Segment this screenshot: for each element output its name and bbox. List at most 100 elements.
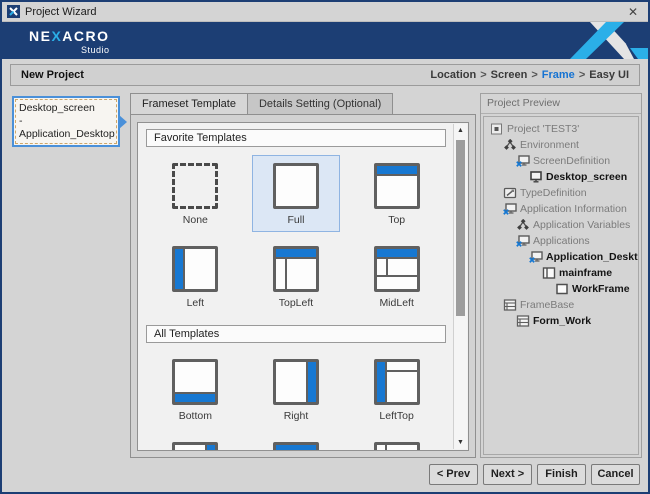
template-group-header: All Templates: [146, 325, 446, 343]
project-preview-panel: Project Preview Project 'TEST3' Environme…: [480, 93, 642, 458]
nodes-icon: [516, 219, 530, 231]
frameset-panel: Frameset Template Details Setting (Optio…: [130, 93, 476, 458]
template-label: Top: [354, 214, 440, 226]
template-thumbnail-leftcol-bottom-icon: [374, 442, 420, 450]
wizard-step-bar: New Project Location>Screen>Frame>Easy U…: [10, 64, 640, 86]
finish-button[interactable]: Finish: [537, 464, 586, 485]
template-item-midleft[interactable]: MidLeft: [353, 238, 441, 315]
template-item-top[interactable]: Top: [353, 155, 441, 232]
template-thumbnail-rightcol-topstrip-icon: [172, 442, 218, 450]
logo-subtitle: Studio: [29, 45, 110, 55]
template-item-left[interactable]: Left: [151, 238, 239, 315]
nexacro-logo: NEXACRO Studio: [29, 28, 110, 55]
template-label: TopLeft: [253, 297, 339, 309]
content-area: Desktop_screen - Application_Desktop Fra…: [12, 93, 638, 458]
breadcrumb: Location>Screen>Frame>Easy UI: [430, 69, 629, 81]
tree-node-label: mainframe: [559, 267, 612, 279]
template-thumbnail-top-icon: [374, 163, 420, 209]
tree-node-label: TypeDefinition: [520, 187, 587, 199]
template-item-full[interactable]: Full: [252, 155, 340, 232]
frameset-panel-body: Favorite TemplatesNoneFullTopLeftTopLeft…: [130, 114, 476, 458]
breadcrumb-item-location[interactable]: Location: [430, 69, 476, 81]
tree-node-applications[interactable]: Applications: [484, 233, 638, 249]
tree-node-screendefinition[interactable]: ScreenDefinition: [484, 153, 638, 169]
tree-node-application-desktop[interactable]: Application_Desktop: [484, 249, 638, 265]
template-scrollbar[interactable]: ▲ ▼: [453, 124, 467, 449]
frame-empty-icon: [555, 283, 569, 295]
monitor-x-icon: [503, 203, 517, 215]
scroll-up-icon[interactable]: ▲: [454, 124, 467, 137]
grid-icon: [503, 299, 517, 311]
tree-node-label: Applications: [533, 235, 590, 247]
template-thumbnail-left-icon: [172, 246, 218, 292]
close-icon[interactable]: ✕: [622, 5, 644, 19]
collapse-box-icon: [490, 123, 504, 135]
template-label: Left: [152, 297, 238, 309]
tree-node-application-variables[interactable]: Application Variables: [484, 217, 638, 233]
tree-node-framebase[interactable]: FrameBase: [484, 297, 638, 313]
tree-node-project-test3-[interactable]: Project 'TEST3': [484, 121, 638, 137]
template-item-bottom[interactable]: Bottom: [151, 351, 239, 428]
tree-node-label: Application Information: [520, 203, 627, 215]
tree-node-label: Application_Desktop: [546, 251, 639, 263]
template-item-lefttop[interactable]: LeftTop: [353, 351, 441, 428]
tree-node-desktop-screen[interactable]: Desktop_screen: [484, 169, 638, 185]
screen-list-panel: Desktop_screen - Application_Desktop: [12, 93, 128, 458]
template-label: None: [152, 214, 238, 226]
template-item-topleft[interactable]: TopLeft: [252, 238, 340, 315]
template-label: MidLeft: [354, 297, 440, 309]
selected-item-arrow-icon: [119, 115, 127, 129]
monitor-icon: [529, 171, 543, 183]
breadcrumb-separator: >: [579, 69, 585, 81]
breadcrumb-item-easy-ui[interactable]: Easy UI: [589, 69, 629, 81]
template-thumbnail-lefttop-icon: [374, 359, 420, 405]
project-preview-tree: Project 'TEST3' Environment ScreenDefiniti…: [483, 116, 639, 455]
template-item-leftcol-bottom[interactable]: [353, 434, 441, 450]
template-item-rightcol-topstrip[interactable]: [151, 434, 239, 450]
template-label: Right: [253, 410, 339, 422]
scroll-down-icon[interactable]: ▼: [454, 436, 467, 449]
screen-name: Desktop_screen: [19, 102, 113, 115]
brand-header: NEXACRO Studio: [2, 22, 648, 59]
nodes-icon: [503, 139, 517, 151]
monitor-x-icon: [516, 155, 530, 167]
template-item-none[interactable]: None: [151, 155, 239, 232]
template-thumbnail-right-icon: [273, 359, 319, 405]
template-grid: Bottom Right LeftTop: [145, 351, 447, 450]
tree-node-label: ScreenDefinition: [533, 155, 610, 167]
project-preview-title: Project Preview: [481, 94, 641, 114]
titlebar: Project Wizard ✕: [2, 2, 648, 22]
template-thumbnail-midleft-icon: [374, 246, 420, 292]
tree-node-form-work[interactable]: Form_Work: [484, 313, 638, 329]
screen-list-item-desktop[interactable]: Desktop_screen - Application_Desktop: [12, 96, 120, 147]
cancel-button[interactable]: Cancel: [591, 464, 640, 485]
tab-frameset-template[interactable]: Frameset Template: [130, 93, 248, 114]
scrollbar-thumb[interactable]: [456, 140, 465, 316]
template-list-box: Favorite TemplatesNoneFullTopLeftTopLeft…: [137, 122, 469, 451]
nexacro-x-mark-icon: [570, 22, 648, 59]
template-list-content: Favorite TemplatesNoneFullTopLeftTopLeft…: [145, 127, 447, 450]
breadcrumb-item-screen[interactable]: Screen: [491, 69, 528, 81]
tree-node-application-information[interactable]: Application Information: [484, 201, 638, 217]
tree-node-typedefinition[interactable]: TypeDefinition: [484, 185, 638, 201]
template-thumbnail-topleft-icon: [273, 246, 319, 292]
tree-node-label: Form_Work: [533, 315, 591, 327]
template-label: Full: [253, 214, 339, 226]
template-thumbnail-bottom-icon: [172, 359, 218, 405]
tree-node-mainframe[interactable]: mainframe: [484, 265, 638, 281]
tree-node-environment[interactable]: Environment: [484, 137, 638, 153]
breadcrumb-item-frame[interactable]: Frame: [542, 69, 575, 81]
breadcrumb-separator: >: [531, 69, 537, 81]
window-title: Project Wizard: [25, 6, 622, 18]
template-item-right[interactable]: Right: [252, 351, 340, 428]
template-thumbnail-none-icon: [172, 163, 218, 209]
application-name: - Application_Desktop: [19, 115, 113, 141]
prev-button[interactable]: < Prev: [429, 464, 478, 485]
next-button[interactable]: Next >: [483, 464, 532, 485]
tab-details-setting[interactable]: Details Setting (Optional): [248, 93, 393, 114]
tree-node-workframe[interactable]: WorkFrame: [484, 281, 638, 297]
template-item-top-rightcol[interactable]: [252, 434, 340, 450]
tree-node-label: Environment: [520, 139, 579, 151]
frame-split-icon: [542, 267, 556, 279]
template-label: LeftTop: [354, 410, 440, 422]
